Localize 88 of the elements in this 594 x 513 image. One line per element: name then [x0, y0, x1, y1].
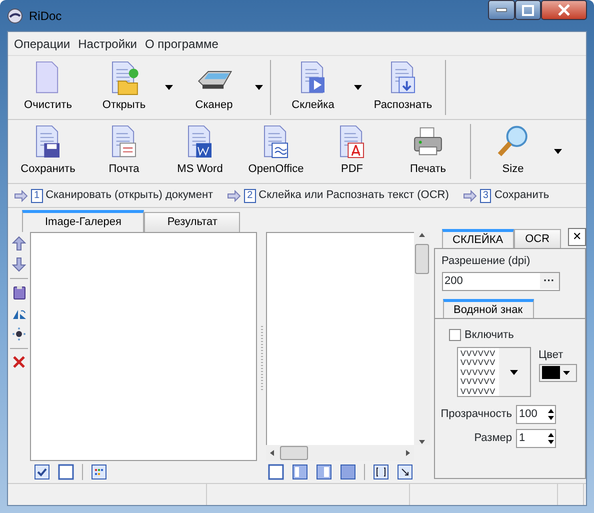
- step-text: Склейка или Распознать текст (OCR): [258, 188, 449, 204]
- single-page-icon[interactable]: [268, 464, 284, 480]
- fit-width-icon[interactable]: [373, 464, 390, 480]
- scroll-up-icon[interactable]: [418, 232, 426, 238]
- scroll-left-icon[interactable]: [269, 449, 276, 457]
- dropdown-arrow-icon[interactable]: [510, 370, 518, 374]
- toolbar-button[interactable]: Открыть: [86, 60, 162, 115]
- checkbox-text: Включить: [464, 328, 514, 342]
- spin-arrows-icon[interactable]: [547, 432, 555, 445]
- select-all-icon[interactable]: [34, 464, 50, 480]
- checkbox[interactable]: [448, 328, 461, 341]
- brightness-icon[interactable]: [12, 327, 26, 342]
- thumbnail-grid-icon[interactable]: [90, 464, 107, 480]
- dropdown-arrow-icon[interactable]: [354, 85, 362, 90]
- pattern-text: VVVVVV: [460, 368, 496, 378]
- minimize-icon: [496, 8, 507, 12]
- step-number: 2: [244, 188, 256, 202]
- step-number: 1: [31, 188, 43, 202]
- maximize-button[interactable]: [515, 0, 541, 20]
- pattern-text: VVVVVV: [460, 349, 496, 358]
- toolbar-button[interactable]: OpenOffice: [238, 124, 314, 179]
- field-label: Цвет: [538, 348, 564, 363]
- dropdown-arrow-icon[interactable]: [255, 85, 263, 90]
- pattern-text: VVVVVV: [460, 386, 496, 396]
- fit-page-icon[interactable]: [397, 464, 414, 480]
- toolbar-button[interactable]: MS Word: [162, 124, 238, 179]
- watermark-pattern-select[interactable]: VVVVVV VVVVVV VVVVVV VVVVVV VVVVVV: [456, 347, 531, 397]
- field-value: 100: [519, 407, 538, 422]
- panel-close-button[interactable]: ✕: [568, 228, 586, 246]
- menu-item[interactable]: Настройки: [74, 34, 141, 52]
- transparency-spinbox[interactable]: 100: [516, 405, 556, 424]
- dropdown-arrow-icon[interactable]: [563, 370, 570, 374]
- spin-arrows-icon[interactable]: [547, 408, 555, 421]
- field-label: Разрешение (dpi): [440, 254, 532, 269]
- field-label: Размер: [474, 431, 512, 446]
- tab[interactable]: Image-Галерея: [22, 210, 144, 232]
- clipboard-icon[interactable]: [12, 285, 26, 300]
- browse-button[interactable]: ···: [540, 272, 559, 290]
- tab[interactable]: Водяной знак: [442, 298, 534, 318]
- arrow-right-icon: [227, 190, 242, 202]
- close-icon: [558, 4, 570, 16]
- app-logo-icon: [7, 8, 23, 24]
- color-picker[interactable]: [538, 364, 577, 382]
- tab[interactable]: СКЛЕЙКА: [442, 229, 514, 248]
- menu-item[interactable]: О программе: [140, 34, 222, 52]
- pattern-text: VVVVVV: [460, 358, 496, 368]
- field-value: 200: [444, 274, 464, 289]
- toolbar-button[interactable]: Size: [475, 124, 551, 179]
- scroll-thumb[interactable]: [414, 244, 429, 274]
- menu-item[interactable]: Операции: [10, 34, 74, 52]
- dropdown-arrow-icon[interactable]: [165, 85, 173, 90]
- left-panel-icon[interactable]: [292, 464, 308, 480]
- toolbar-button[interactable]: Склейка: [275, 60, 351, 115]
- delete-icon[interactable]: [12, 355, 26, 370]
- toolbar-button[interactable]: Сканер: [176, 60, 252, 115]
- checkbox-label[interactable]: Включить: [448, 326, 585, 343]
- resolution-field[interactable]: 200 ···: [442, 272, 560, 290]
- tab[interactable]: Результат: [144, 212, 240, 232]
- toolbar-button[interactable]: Почта: [86, 124, 162, 179]
- scroll-thumb[interactable]: [280, 446, 308, 460]
- field-value: 1: [519, 431, 526, 446]
- full-page-icon[interactable]: [340, 464, 356, 480]
- splitter-grip[interactable]: [259, 326, 264, 390]
- two-panel-icon[interactable]: [316, 464, 332, 480]
- toolbar-button[interactable]: Печать: [390, 124, 466, 179]
- step-number: 3: [480, 188, 492, 202]
- tab[interactable]: OCR: [514, 229, 561, 248]
- step-text: Сохранить: [494, 188, 550, 204]
- close-button[interactable]: [541, 0, 587, 20]
- toolbar-button[interactable]: Очистить: [10, 60, 86, 115]
- toolbar-button[interactable]: PDF: [314, 124, 390, 179]
- arrow-right-icon: [14, 190, 28, 202]
- minimize-button[interactable]: [488, 0, 515, 20]
- scroll-down-icon[interactable]: [418, 439, 426, 445]
- deselect-all-icon[interactable]: [58, 464, 74, 480]
- size-spinbox[interactable]: 1: [516, 429, 556, 448]
- arrow-right-icon: [462, 190, 477, 202]
- dropdown-arrow-icon[interactable]: [554, 149, 562, 154]
- arrow-down-icon[interactable]: [12, 257, 26, 272]
- scroll-right-icon[interactable]: [404, 449, 411, 457]
- arrow-up-icon[interactable]: [12, 236, 26, 251]
- toolbar-button[interactable]: Сохранить: [10, 124, 86, 179]
- step-text: Сканировать (открыть) документ: [46, 188, 214, 204]
- maximize-icon: [522, 4, 534, 16]
- pattern-text: VVVVVV: [460, 377, 496, 387]
- window-title: RiDoc: [29, 8, 63, 24]
- field-label: Прозрачность: [440, 407, 512, 422]
- toolbar-button[interactable]: Распознать: [365, 60, 441, 115]
